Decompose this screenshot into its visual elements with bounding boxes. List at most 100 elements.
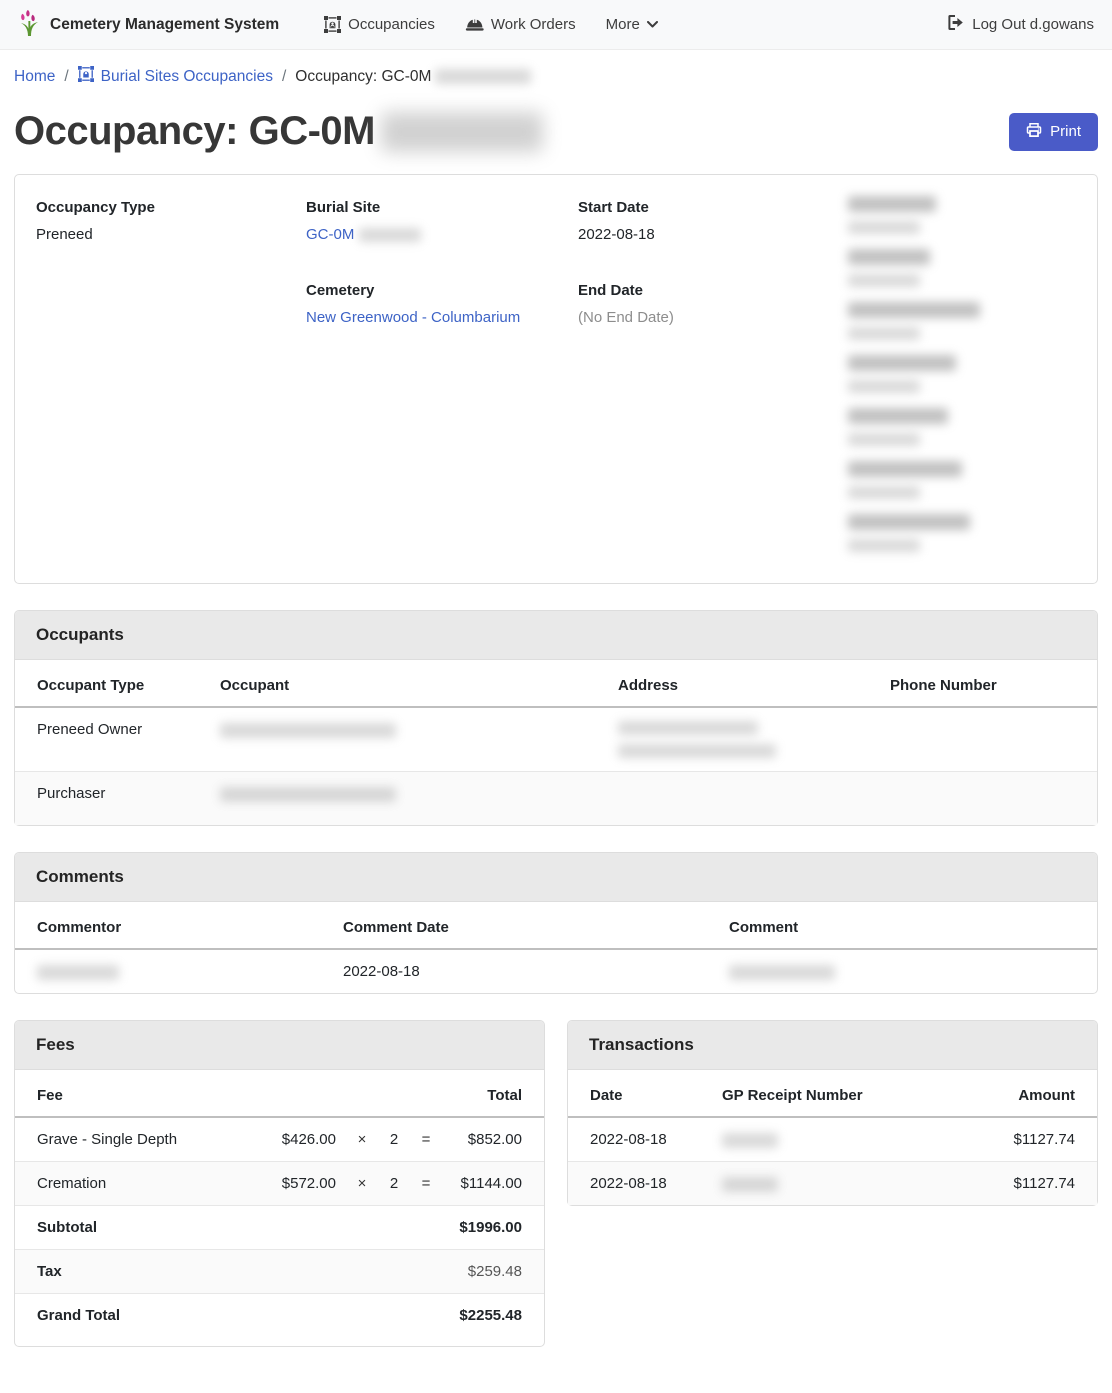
grand-total-row: Grand Total $2255.48 — [15, 1294, 544, 1347]
fees-title: Fees — [15, 1021, 544, 1070]
breadcrumb-occupancies-link[interactable]: Burial Sites Occupancies — [78, 66, 273, 87]
transaction-row: 2022-08-18 $1127.74 — [568, 1162, 1097, 1206]
redacted-field — [848, 196, 1076, 234]
transaction-amount: $1127.74 — [977, 1162, 1097, 1206]
fees-table: Fee Total Grave - Single Depth $426.00 ×… — [15, 1070, 544, 1346]
sign-out-icon — [948, 15, 964, 34]
grand-total-value: $2255.48 — [444, 1294, 544, 1347]
col-comment: Comment — [721, 902, 1097, 949]
end-date-value: (No End Date) — [578, 306, 848, 330]
fee-total: $1144.00 — [444, 1162, 544, 1206]
breadcrumb: Home / Burial Sites Occupancies / Occupa… — [0, 50, 1112, 87]
redacted-field — [848, 514, 1076, 552]
redacted-occupancy-id — [435, 69, 531, 84]
tax-value: $259.48 — [444, 1250, 544, 1294]
occupancy-type-label: Occupancy Type — [36, 196, 306, 220]
fee-price: $572.00 — [258, 1162, 344, 1206]
occupants-card: Occupants Occupant Type Occupant Address… — [14, 610, 1098, 826]
subtotal-label: Subtotal — [15, 1206, 258, 1250]
col-date: Date — [568, 1070, 714, 1117]
occupant-cell — [212, 707, 610, 772]
cemetery-field: Cemetery New Greenwood - Columbarium — [306, 279, 578, 330]
bottom-section: Fees Fee Total Grave - Single Depth $426… — [14, 1020, 1098, 1347]
redacted-field — [848, 302, 1076, 340]
fee-equals: = — [408, 1162, 444, 1206]
fee-qty: 2 — [380, 1162, 408, 1206]
redacted-field — [848, 249, 1076, 287]
table-row: 2022-08-18 — [15, 949, 1097, 993]
redacted-occupancy-id — [381, 112, 543, 152]
transaction-row: 2022-08-18 $1127.74 — [568, 1117, 1097, 1162]
subtotal-value: $1996.00 — [444, 1206, 544, 1250]
col-address: Address — [610, 660, 882, 707]
cemetery-label: Cemetery — [306, 279, 578, 303]
fee-name: Grave - Single Depth — [15, 1117, 258, 1162]
fee-row: Cremation $572.00 × 2 = $1144.00 — [15, 1162, 544, 1206]
detail-col-3: Start Date 2022-08-18 End Date (No End D… — [578, 196, 848, 567]
col-comment-date: Comment Date — [335, 902, 721, 949]
printer-icon — [1026, 122, 1042, 142]
col-occupant-type: Occupant Type — [15, 660, 212, 707]
end-date-label: End Date — [578, 279, 848, 303]
occupancies-icon — [324, 16, 341, 33]
nav-work-orders-label: Work Orders — [491, 16, 576, 33]
start-date-label: Start Date — [578, 196, 848, 220]
burial-site-field: Burial Site GC-0M — [306, 196, 578, 247]
logout-button[interactable]: Log Out d.gowans — [948, 15, 1094, 34]
col-gp-receipt-number: GP Receipt Number — [714, 1070, 977, 1117]
table-row: Preneed Owner — [15, 707, 1097, 772]
nav-item-more[interactable]: More — [591, 16, 673, 33]
nav-item-work-orders[interactable]: Work Orders — [450, 16, 591, 33]
fee-equals: = — [408, 1117, 444, 1162]
col-commentor: Commentor — [15, 902, 335, 949]
redacted-field — [848, 408, 1076, 446]
breadcrumb-home-link[interactable]: Home — [14, 68, 55, 86]
address-cell — [610, 772, 882, 826]
tax-label: Tax — [15, 1250, 258, 1294]
nav-item-occupancies[interactable]: Occupancies — [309, 16, 450, 33]
fee-name: Cremation — [15, 1162, 258, 1206]
occupant-type-cell: Preneed Owner — [15, 707, 212, 772]
breadcrumb-current: Occupancy: GC-0M — [295, 68, 531, 86]
detail-col-2: Burial Site GC-0M Cemetery New Greenwood… — [306, 196, 578, 567]
breadcrumb-separator: / — [64, 68, 68, 86]
burial-site-link[interactable]: GC-0M — [306, 226, 354, 243]
fee-times: × — [344, 1117, 380, 1162]
comment-cell — [721, 949, 1097, 993]
tulips-logo-icon — [18, 9, 41, 41]
detail-col-4-redacted — [848, 196, 1076, 567]
redacted-burial-site-id — [359, 228, 421, 242]
tax-row: Tax $259.48 — [15, 1250, 544, 1294]
transactions-title: Transactions — [568, 1021, 1097, 1070]
hard-hat-icon — [465, 17, 484, 32]
top-navbar: Cemetery Management System Occupancies — [0, 0, 1112, 50]
grand-total-label: Grand Total — [15, 1294, 258, 1347]
occupants-title: Occupants — [15, 611, 1097, 660]
fee-times: × — [344, 1162, 380, 1206]
fees-card: Fees Fee Total Grave - Single Depth $426… — [14, 1020, 545, 1347]
redacted-field — [848, 355, 1076, 393]
address-cell — [610, 707, 882, 772]
table-row: Purchaser — [15, 772, 1097, 826]
page-header: Occupancy: GC-0M Print — [0, 109, 1112, 154]
occupancy-detail-card: Occupancy Type Preneed Burial Site GC-0M… — [14, 174, 1098, 584]
start-date-value: 2022-08-18 — [578, 223, 848, 247]
occupancy-type-field: Occupancy Type Preneed — [36, 196, 306, 247]
phone-cell — [882, 707, 1097, 772]
app-title: Cemetery Management System — [50, 16, 279, 34]
fee-total: $852.00 — [444, 1117, 544, 1162]
start-date-field: Start Date 2022-08-18 — [578, 196, 848, 247]
main-nav: Occupancies Work Orders More — [309, 16, 673, 33]
app-brand: Cemetery Management System — [18, 9, 279, 41]
occupants-table: Occupant Type Occupant Address Phone Num… — [15, 660, 1097, 825]
cemetery-link[interactable]: New Greenwood - Columbarium — [306, 309, 520, 326]
comment-date-cell: 2022-08-18 — [335, 949, 721, 993]
print-label: Print — [1050, 123, 1081, 140]
print-button[interactable]: Print — [1009, 113, 1098, 151]
occupant-cell — [212, 772, 610, 826]
fee-qty: 2 — [380, 1117, 408, 1162]
transaction-amount: $1127.74 — [977, 1117, 1097, 1162]
logout-label: Log Out d.gowans — [972, 16, 1094, 33]
subtotal-row: Subtotal $1996.00 — [15, 1206, 544, 1250]
fee-price: $426.00 — [258, 1117, 344, 1162]
